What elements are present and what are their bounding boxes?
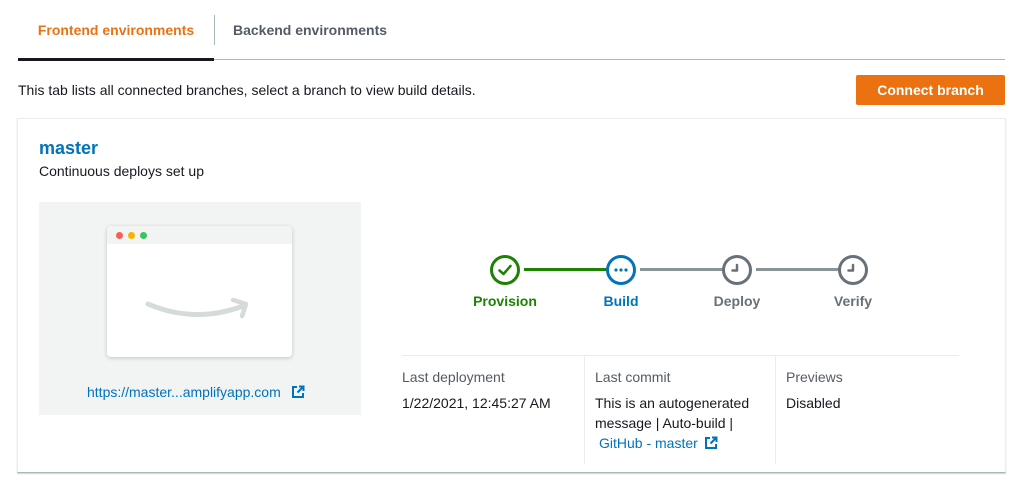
minimize-dot-icon — [128, 232, 135, 239]
last-deployment-value: 1/22/2021, 12:45:27 AM — [402, 395, 551, 411]
browser-title-bar — [107, 226, 292, 244]
step-connector-deploy-verify — [756, 268, 842, 271]
last-commit-value: This is an autogenerated message | Auto-… — [595, 393, 775, 453]
previews-label: Previews — [786, 369, 843, 385]
close-dot-icon — [116, 232, 123, 239]
deployment-details: Last deployment 1/22/2021, 12:45:27 AM L… — [402, 355, 959, 464]
connect-branch-button[interactable]: Connect branch — [856, 75, 1005, 105]
provision-step-icon — [490, 255, 520, 285]
last-commit-label: Last commit — [595, 369, 671, 385]
build-step-icon — [606, 255, 636, 285]
github-commit-link-text: GitHub - master — [599, 435, 698, 451]
branch-card: master Continuous deploys set up https:/… — [17, 118, 1006, 473]
verify-step-clock-icon — [838, 255, 868, 285]
previews-column: Previews Disabled — [775, 356, 959, 464]
deploy-step-clock-icon — [722, 255, 752, 285]
last-commit-message: This is an autogenerated message | Auto-… — [595, 395, 750, 431]
last-deployment-column: Last deployment 1/22/2021, 12:45:27 AM — [402, 356, 584, 464]
provision-step-label: Provision — [473, 293, 537, 309]
verify-step-label: Verify — [833, 293, 873, 309]
github-commit-link[interactable]: GitHub - master — [595, 435, 718, 451]
step-connector-build-deploy — [640, 268, 726, 271]
tab-backend-environments[interactable]: Backend environments — [215, 0, 405, 60]
tab-frontend-environments[interactable]: Frontend environments — [18, 0, 214, 61]
maximize-dot-icon — [140, 232, 147, 239]
step-connector-provision-build — [524, 268, 610, 271]
branch-subtitle: Continuous deploys set up — [39, 163, 204, 179]
environment-tabs: Frontend environments Backend environmen… — [18, 0, 1005, 61]
deploy-step-label: Deploy — [713, 293, 761, 309]
tab-description: This tab lists all connected branches, s… — [18, 82, 476, 98]
amazon-smile-logo-icon — [145, 297, 249, 319]
external-link-icon — [704, 436, 718, 449]
browser-thumbnail[interactable] — [107, 226, 292, 357]
last-commit-column: Last commit This is an autogenerated mes… — [584, 356, 775, 464]
app-url-link[interactable]: https://master...amplifyapp.com — [87, 384, 305, 400]
previews-value: Disabled — [786, 395, 841, 411]
app-url-text: https://master...amplifyapp.com — [87, 384, 281, 400]
app-preview: https://master...amplifyapp.com — [39, 202, 361, 415]
branch-name-link[interactable]: master — [39, 138, 98, 159]
external-link-icon — [291, 385, 305, 398]
build-step-label: Build — [603, 293, 639, 309]
last-deployment-label: Last deployment — [402, 369, 505, 385]
